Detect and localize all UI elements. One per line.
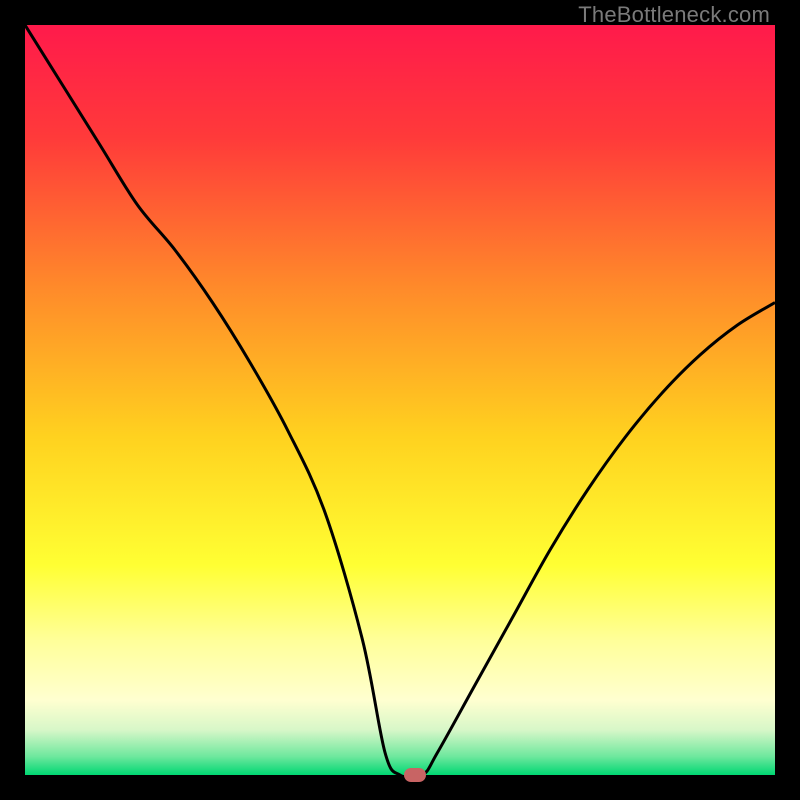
watermark-text: TheBottleneck.com [578,2,770,28]
gradient-background [25,25,775,775]
chart-frame [25,25,775,775]
bottleneck-chart [25,25,775,775]
optimal-point-marker [404,768,426,782]
